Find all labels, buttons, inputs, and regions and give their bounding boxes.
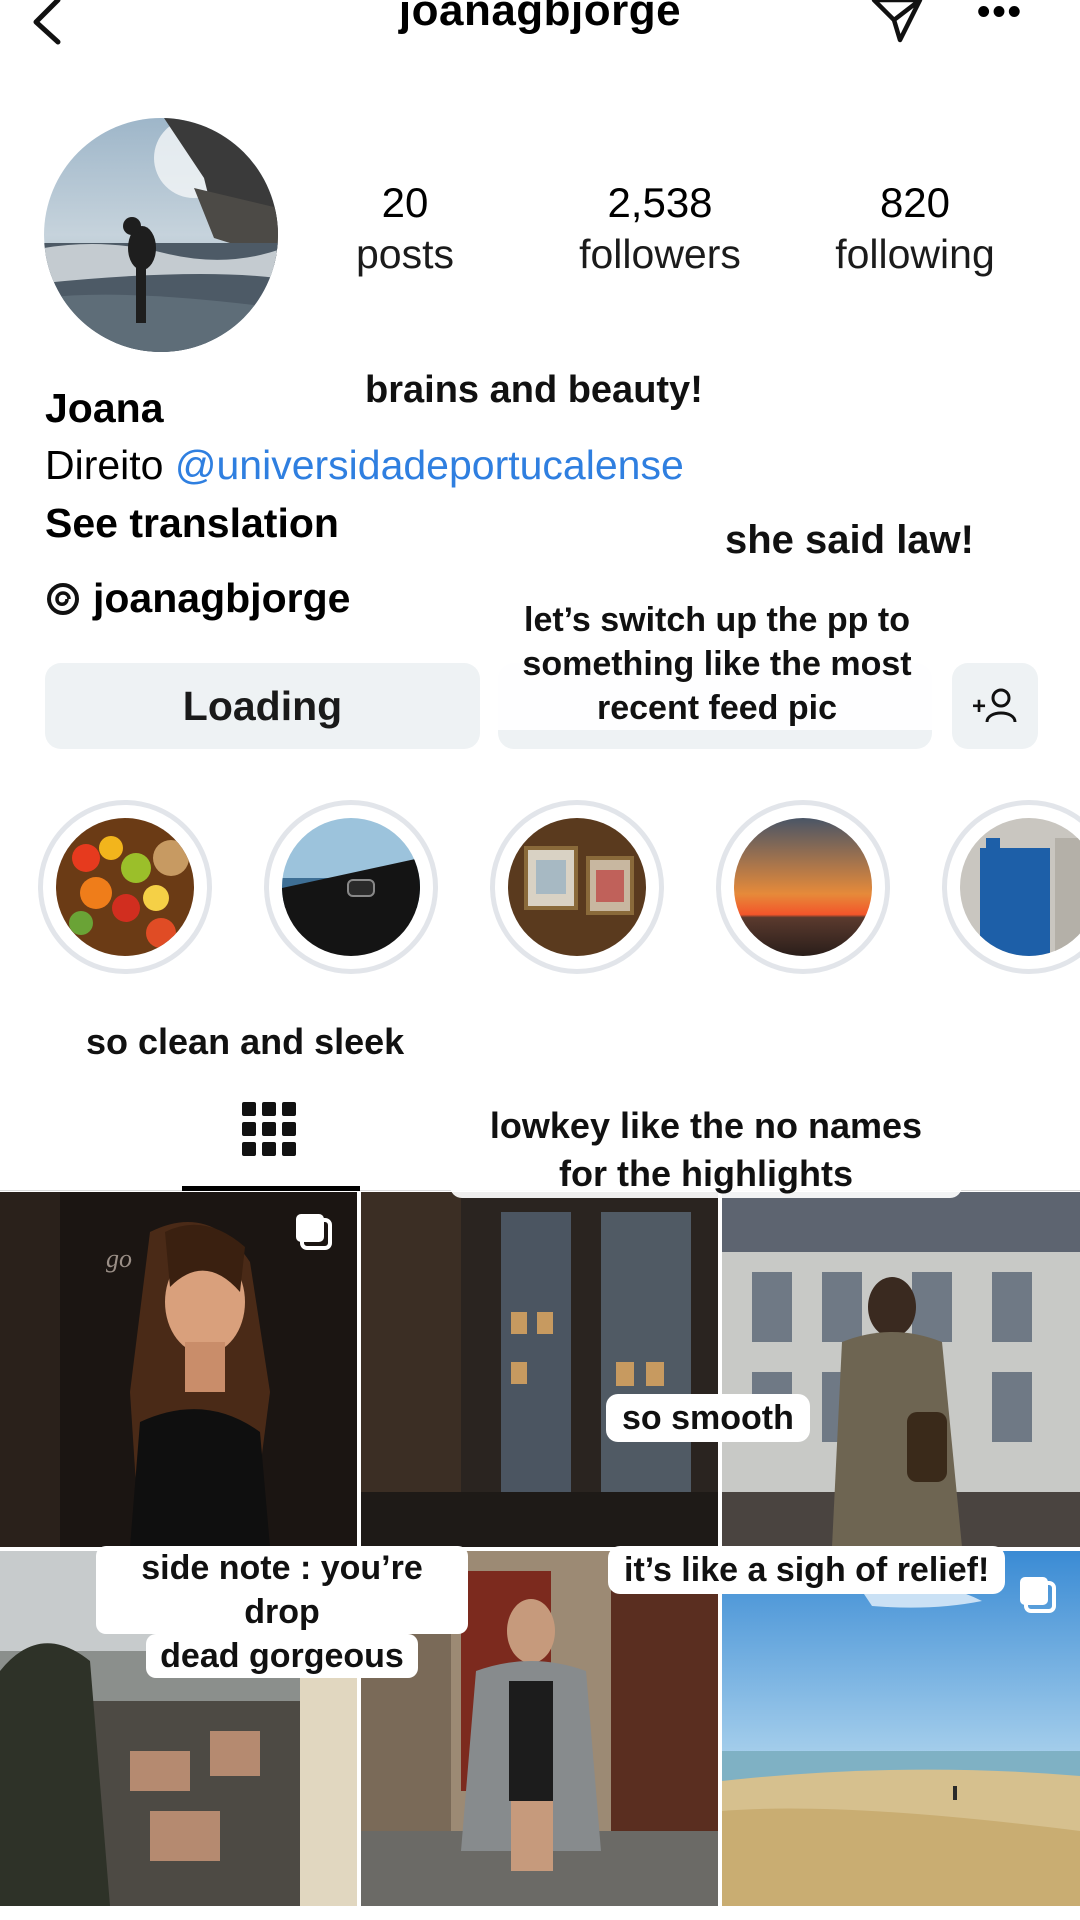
threads-link[interactable]: joanagbjorge xyxy=(45,575,350,622)
caption-side-note: side note : you’re drop dead gorgeous xyxy=(96,1546,468,1678)
caption-side-note-line-2: dead gorgeous xyxy=(146,1634,418,1678)
caption-lowkey: lowkey like the no names for the highlig… xyxy=(450,1102,962,1198)
stat-followers-count: 2,538 xyxy=(607,179,713,226)
bio-text: Direito @universidadeportucalense xyxy=(45,442,684,489)
svg-text:+: + xyxy=(972,693,986,720)
caption-switch-pp-line-2: something like the most xyxy=(522,645,912,683)
profile-avatar[interactable] xyxy=(44,118,278,352)
display-name: Joana xyxy=(45,385,164,431)
send-icon[interactable] xyxy=(868,0,926,44)
post-thumbnail[interactable] xyxy=(361,1192,718,1547)
post-thumbnail[interactable] xyxy=(722,1551,1080,1906)
stat-followers[interactable]: 2,538 followers xyxy=(550,178,770,280)
story-highlight-image xyxy=(960,818,1080,956)
see-translation-link[interactable]: See translation xyxy=(45,500,339,547)
threads-icon xyxy=(47,582,79,615)
caption-sigh-of-relief: it’s like a sigh of relief! xyxy=(608,1546,1006,1594)
caption-lowkey-line-1: lowkey like the no names xyxy=(489,1105,923,1146)
stat-following-count: 820 xyxy=(879,179,951,226)
grid-icon[interactable] xyxy=(240,1100,298,1158)
multiple-posts-icon xyxy=(296,1214,332,1250)
story-highlight[interactable] xyxy=(942,800,1080,974)
stat-posts[interactable]: 20 posts xyxy=(330,178,480,280)
loading-button[interactable]: Loading xyxy=(45,663,480,749)
caption-she-said-law: she said law! xyxy=(725,518,974,562)
caption-switch-pp-line-3: recent feed pic xyxy=(597,689,837,727)
caption-switch-pp-line-1: let’s switch up the pp to xyxy=(524,601,910,639)
bio-mention-link[interactable]: @universidadeportucalense xyxy=(175,442,684,488)
more-icon[interactable]: ••• xyxy=(970,0,1030,32)
caption-clean-sleek: so clean and sleek xyxy=(86,1021,405,1062)
stat-followers-label: followers xyxy=(579,231,741,277)
stat-posts-label: posts xyxy=(356,231,454,277)
multiple-posts-icon xyxy=(1020,1577,1056,1613)
caption-so-smooth: so smooth xyxy=(606,1394,810,1442)
add-person-icon: + xyxy=(972,688,1017,723)
story-highlight[interactable] xyxy=(490,800,664,974)
story-highlight-image xyxy=(56,818,194,956)
stat-following[interactable]: 820 following xyxy=(805,178,1025,280)
caption-lowkey-line-2: for the highlights xyxy=(559,1153,853,1194)
stat-posts-count: 20 xyxy=(381,179,429,226)
stat-following-label: following xyxy=(835,231,995,277)
bio-prefix: Direito xyxy=(45,442,175,488)
svg-text:go: go xyxy=(106,1244,132,1273)
story-highlight-image xyxy=(734,818,872,956)
story-highlight[interactable] xyxy=(716,800,890,974)
caption-side-note-line-1: side note : you’re drop xyxy=(96,1546,468,1634)
caption-brains-and-beauty: brains and beauty! xyxy=(365,369,703,411)
add-person-button[interactable]: + xyxy=(952,663,1038,749)
post-thumbnail[interactable] xyxy=(722,1192,1080,1547)
story-highlight-image xyxy=(508,818,646,956)
active-tab-indicator xyxy=(182,1186,360,1191)
story-highlight-image xyxy=(282,818,420,956)
story-highlight[interactable] xyxy=(38,800,212,974)
story-highlight[interactable] xyxy=(264,800,438,974)
post-thumbnail[interactable]: go xyxy=(0,1192,357,1547)
threads-handle-text: joanagbjorge xyxy=(93,575,351,621)
caption-switch-pp: let’s switch up the pp to something like… xyxy=(486,598,948,730)
